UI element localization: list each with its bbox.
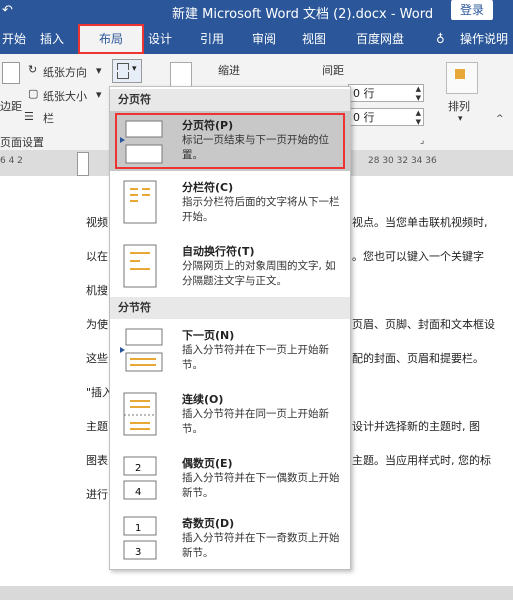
svg-text:2: 2 [135, 463, 141, 474]
arrange-icon[interactable] [446, 62, 478, 94]
menu-item-text-wrapping-break[interactable]: 自动换行符(T) 分隔网页上的对象周围的文字, 如分隔题注文字与正文。 [110, 237, 350, 299]
svg-text:4: 4 [135, 487, 141, 498]
spinner-arrows-icon[interactable]: ▲ ▼ [416, 109, 421, 127]
column-break-icon [120, 179, 160, 228]
orientation-icon[interactable]: ↻ [28, 63, 37, 76]
spacing-after-value: 0 行 [353, 111, 375, 124]
doc-line: 以在 [86, 250, 108, 263]
svg-text:1: 1 [135, 523, 141, 534]
spacing-after-input[interactable]: 0 行 ▲ ▼ [348, 108, 424, 126]
doc-line: 这些 [86, 352, 108, 365]
spacing-before-value: 0 行 [353, 87, 375, 100]
next-page-section-icon [120, 327, 164, 376]
tab-baidu-netdisk[interactable]: 百度网盘 [356, 24, 404, 54]
columns-button[interactable]: 栏 [43, 110, 54, 126]
window-title: 新建 Microsoft Word 文档 (2).docx - Word [172, 7, 434, 22]
doc-line-right: 主题。当应用样式时, 您的标 [352, 454, 491, 467]
indent-label: 缩进 [218, 64, 240, 77]
page-setup-group-label: 页面设置 [0, 136, 44, 149]
doc-line: 进行 [86, 488, 108, 501]
arrange-button[interactable]: 排列 [448, 98, 470, 114]
chevron-down-icon[interactable]: ▾ [96, 88, 102, 101]
tab-review[interactable]: 审阅 [252, 24, 276, 54]
status-bar [0, 586, 513, 600]
highlight-frame [115, 113, 345, 169]
svg-text:3: 3 [135, 547, 141, 558]
menu-item-next-page[interactable]: 下一页(N) 插入分节符并在下一页上开始新节。 [110, 321, 350, 383]
breaks-icon [117, 63, 129, 70]
menu-item-continuous[interactable]: 连续(O) 插入分节符并在同一页上开始新节。 [110, 385, 350, 447]
tab-design[interactable]: 设计 [148, 24, 172, 54]
ribbon-tabs: 开始 插入 布局 设计 引用 审阅 视图 百度网盘 ♁ 操作说明 [0, 24, 513, 54]
doc-line: 机搜 [86, 284, 108, 297]
tab-view[interactable]: 视图 [302, 24, 326, 54]
columns-icon[interactable]: ☰ [24, 110, 34, 123]
chevron-down-icon: ▾ [132, 64, 137, 74]
margins-icon[interactable] [2, 62, 20, 84]
orientation-button[interactable]: 纸张方向 [43, 64, 87, 80]
section-page-breaks: 分页符 [110, 89, 350, 111]
chevron-up-icon[interactable]: ^ [496, 114, 504, 124]
even-page-section-icon: 24 [120, 455, 160, 504]
lightbulb-icon[interactable]: ♁ [436, 24, 445, 54]
title-bar: ↶ 新建 Microsoft Word 文档 (2).docx - Word 登… [0, 0, 513, 24]
undo-icon[interactable]: ↶ [2, 3, 13, 18]
login-button[interactable]: 登录 [451, 0, 493, 20]
doc-line: 为使 [86, 318, 108, 331]
menu-item-odd-page[interactable]: 13 奇数页(D) 插入分节符并在下一奇数页上开始新节。 [110, 509, 350, 567]
indent-marker[interactable] [77, 152, 89, 176]
chevron-down-icon[interactable]: ▾ [96, 64, 102, 77]
ruler-marks-right: 28 30 32 34 36 [368, 156, 437, 166]
section-section-breaks: 分节符 [110, 297, 350, 319]
tab-references[interactable]: 引用 [200, 24, 224, 54]
chevron-down-icon[interactable]: ▾ [458, 114, 463, 124]
doc-line-right: 视点。当您单击联机视频时, [352, 216, 488, 229]
ruler-marks-left: 6 4 2 [0, 156, 23, 166]
size-button[interactable]: 纸张大小 [43, 88, 87, 104]
doc-line: 图表 [86, 454, 108, 467]
doc-line-right: 配的封面、页眉和提要栏。 [352, 352, 484, 365]
doc-line-right: 设计并选择新的主题时, 图 [352, 420, 480, 433]
margins-label[interactable]: 边距 [0, 98, 22, 114]
dialog-launcher-icon[interactable]: ⌟ [420, 136, 424, 146]
spinner-arrows-icon[interactable]: ▲ ▼ [416, 85, 421, 103]
tab-insert[interactable]: 插入 [40, 24, 64, 54]
size-icon[interactable]: ▢ [28, 87, 38, 100]
doc-line-right: 。您也可以键入一个关键字 [352, 250, 484, 263]
menu-item-even-page[interactable]: 24 偶数页(E) 插入分节符并在下一偶数页上开始新节。 [110, 449, 350, 509]
tab-home[interactable]: 开始 [2, 24, 26, 54]
tab-tell-me[interactable]: 操作说明 [460, 24, 508, 54]
text-wrapping-break-icon [120, 243, 160, 292]
spacing-before-input[interactable]: 0 行 ▲ ▼ [348, 84, 424, 102]
doc-line-right: 页眉、页脚、封面和文本框设 [352, 318, 495, 331]
tab-layout[interactable]: 布局 [78, 24, 144, 54]
odd-page-section-icon: 13 [120, 515, 160, 564]
spacing-label: 间距 [322, 64, 344, 77]
doc-line: 视频 [86, 216, 108, 229]
breaks-button[interactable]: ▾ [112, 59, 142, 83]
menu-item-column-break[interactable]: 分栏符(C) 指示分栏符后面的文字将从下一栏开始。 [110, 173, 350, 235]
breaks-dropdown: 分页符 分页符(P) 标记一页结束与下一页开始的位置。 分栏符(C) 指示分栏符… [109, 86, 351, 570]
continuous-section-icon [120, 391, 160, 440]
doc-line: 主题 [86, 420, 108, 433]
